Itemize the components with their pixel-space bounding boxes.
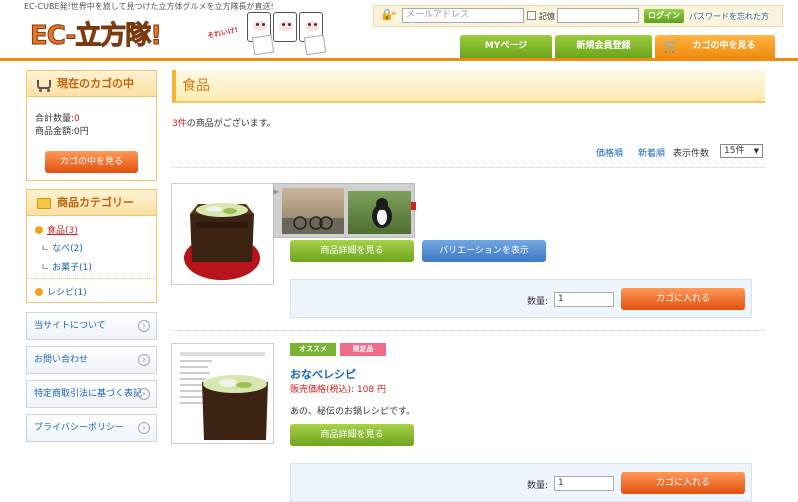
site-tagline: EC-CUBE発!世界中を旅して見つけた立方体グルメを立方隊長が直送! (24, 2, 274, 11)
double-arrow-icon: » (391, 9, 397, 19)
category-nabe[interactable]: ㄴ なべ(2) (41, 241, 83, 254)
header-divider (0, 58, 798, 61)
product2-price-label: 販売価格(税込): (290, 385, 355, 395)
triangle-pointer-icon: ▶ (273, 187, 280, 196)
per-page-value: 15件 (724, 146, 745, 156)
per-page-label: 表示件数 (673, 149, 710, 159)
tree-branch-icon: ㄴ (41, 263, 50, 273)
sidebar-link-contact[interactable]: お問い合わせ › (26, 346, 157, 374)
dropdown-arrow-icon: ▼ (753, 147, 759, 155)
cart-icon: 🛒 (663, 39, 680, 54)
product1-variation-button[interactable]: バリエーションを表示 (422, 240, 546, 262)
nav-register-label: 新規会員登録 (576, 41, 631, 51)
sidebar-link-about[interactable]: 当サイトについて › (26, 312, 157, 340)
product2-quantity-label: 数量: (527, 481, 549, 491)
site-logo[interactable]: EC-立方隊! (29, 15, 162, 52)
category-recipe[interactable]: レシピ(1) (35, 285, 87, 298)
product1-quantity-input[interactable]: 1 (554, 292, 614, 307)
product2-add-to-cart-button[interactable]: カゴに入れる (621, 472, 745, 494)
product2-cart-area: 数量: 1 カゴに入れる (290, 463, 752, 502)
sidebar-link-tokutei[interactable]: 特定商取引法に基づく表記 › (26, 380, 157, 408)
cart-quantity-label: 合計数量: (35, 114, 75, 124)
cart-amount-label: 商品金額: (35, 127, 75, 137)
bullet-icon (35, 288, 43, 296)
badge-limited: 限定品 (340, 343, 386, 356)
sidebar-link-privacy-label: プライバシーポリシー (34, 423, 124, 433)
product2-quantity-input[interactable]: 1 (554, 476, 614, 491)
cart-box-title: 現在のカゴの中 (27, 71, 156, 97)
variation-preview-popup: ▶ (273, 183, 415, 238)
cart-quantity: 合計数量:0 (35, 111, 80, 124)
badge-recommended: オススメ (290, 343, 336, 356)
list-divider (172, 167, 765, 168)
cart-amount: 商品金額:0円 (35, 124, 89, 137)
product2-description: あの、秘伝のお鍋レシピです。 (290, 407, 416, 417)
chevron-right-icon: › (138, 320, 150, 332)
chevron-right-icon: › (138, 388, 150, 400)
remember-checkbox[interactable] (527, 11, 536, 20)
product1-cart-area: 数量: 1 カゴに入れる (290, 279, 752, 318)
nav-mypage-label: MYページ (484, 41, 528, 51)
category-food[interactable]: 食品(3) (35, 223, 78, 236)
lock-icon: 🔒 (380, 8, 394, 21)
bullet-icon (35, 226, 43, 234)
product-image[interactable] (171, 183, 274, 285)
category-food-label: 食品(3) (47, 226, 78, 236)
product-image[interactable] (171, 343, 274, 444)
product2-detail-button[interactable]: 商品詳細を見る (290, 424, 414, 446)
category-divider (27, 278, 156, 279)
list-divider (172, 330, 765, 331)
mascot-icon (273, 12, 297, 42)
product2-price-value: 108 円 (356, 385, 386, 395)
sort-new-link[interactable]: 新着順 (638, 146, 665, 159)
product1-quantity-label: 数量: (527, 297, 549, 307)
nav-view-cart[interactable]: 🛒 カゴの中を見る (655, 35, 775, 58)
tree-branch-icon: ㄴ (41, 244, 50, 254)
remember-label: 記憶 (539, 12, 555, 21)
product2-name[interactable]: おなべレシピ (290, 366, 356, 382)
sidebar-link-privacy[interactable]: プライバシーポリシー › (26, 414, 157, 442)
page-title: 食品 (172, 70, 765, 103)
product1-add-to-cart-button[interactable]: カゴに入れる (621, 288, 745, 310)
result-suffix: の商品がございます。 (186, 119, 276, 129)
cart-icon (35, 76, 53, 92)
nav-mypage[interactable]: MYページ (460, 35, 552, 58)
sidebar-link-tokutei-label: 特定商取引法に基づく表記 (34, 389, 143, 399)
folder-icon (35, 195, 53, 210)
sidebar-category-box: 商品カテゴリー 食品(3) ㄴ なべ(2) ㄴ お菓子(1) レシピ(1) (26, 189, 157, 303)
forgot-password-link[interactable]: パスワードを忘れた方 (689, 11, 769, 22)
cart-quantity-value: 0 (74, 114, 80, 124)
category-sweets[interactable]: ㄴ お菓子(1) (41, 260, 92, 273)
chevron-right-icon: › (138, 422, 150, 434)
category-sweets-label: お菓子(1) (52, 263, 92, 273)
product2-price: 販売価格(税込): 108 円 (290, 382, 386, 395)
sidebar-cart-box: 現在のカゴの中 合計数量:0 商品金額:0円 カゴの中を見る (26, 70, 157, 181)
cart-amount-value: 0円 (74, 127, 89, 137)
sidebar-link-about-label: 当サイトについて (34, 321, 106, 331)
password-input[interactable] (557, 8, 639, 23)
cart-box-title-text: 現在のカゴの中 (57, 77, 134, 90)
category-box-title: 商品カテゴリー (27, 190, 156, 216)
category-box-title-text: 商品カテゴリー (57, 196, 134, 209)
variation-photo-dog[interactable] (348, 191, 411, 234)
login-button[interactable]: ログイン (644, 9, 684, 23)
email-input[interactable]: メールアドレス (402, 8, 524, 23)
variation-photo-bicycles[interactable] (282, 188, 344, 234)
category-recipe-label: レシピ(1) (47, 288, 87, 298)
category-nabe-label: なべ(2) (52, 244, 83, 254)
result-summary: 3件の商品がございます。 (172, 116, 276, 129)
sidebar-link-contact-label: お問い合わせ (34, 355, 89, 365)
sidebar-view-cart-button[interactable]: カゴの中を見る (45, 151, 138, 173)
mascot-sign-icon (303, 34, 327, 56)
sort-price-link[interactable]: 価格順 (596, 146, 623, 159)
mascot-sign-icon (251, 34, 275, 56)
product1-detail-button[interactable]: 商品詳細を見る (290, 240, 414, 262)
nav-view-cart-label: カゴの中を見る (692, 41, 756, 51)
hidden-price-fragment (411, 202, 416, 210)
nav-register[interactable]: 新規会員登録 (555, 35, 652, 58)
per-page-select[interactable]: 15件 ▼ (720, 144, 763, 158)
result-count: 3件 (172, 119, 187, 129)
chevron-right-icon: › (138, 354, 150, 366)
